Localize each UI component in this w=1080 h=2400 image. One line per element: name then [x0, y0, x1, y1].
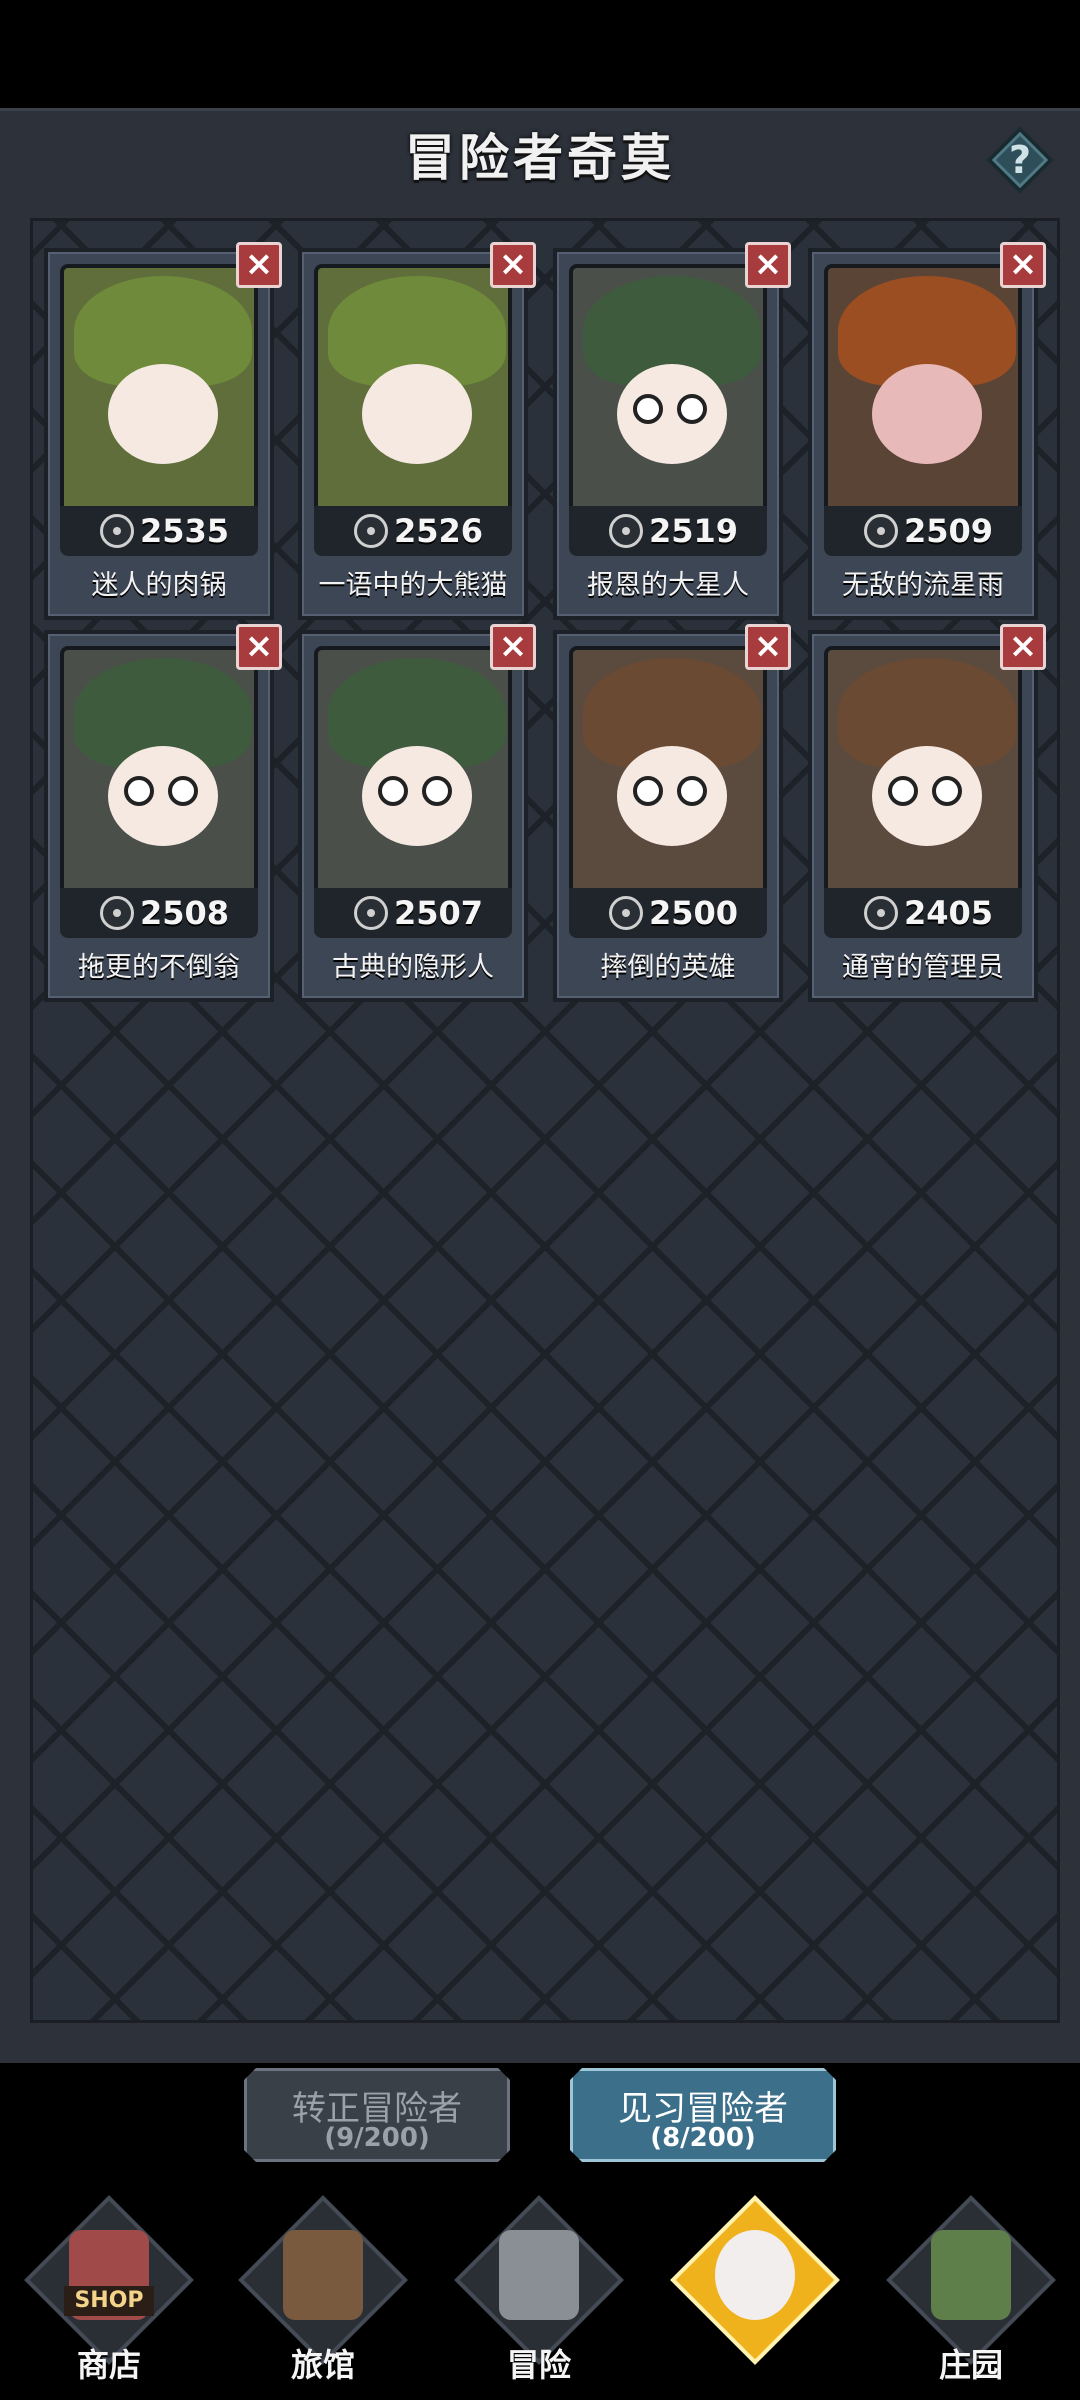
target-icon: [609, 896, 643, 930]
adventurer-card[interactable]: 2508 拖更的不倒翁: [44, 630, 274, 1002]
card-name: 通宵的管理员: [842, 952, 1004, 983]
card-score: 2526: [394, 512, 484, 550]
nav-shop[interactable]: SHOP 商店: [14, 2195, 204, 2400]
nav-adventure[interactable]: 冒险: [444, 2195, 634, 2400]
target-icon: [864, 514, 898, 548]
avatar: [314, 264, 512, 530]
avatar: [824, 264, 1022, 530]
avatar: [569, 646, 767, 912]
tab-bar: [0, 2063, 1080, 2183]
help-button[interactable]: ?: [984, 124, 1056, 196]
card-name: 迷人的肉锅: [91, 570, 227, 601]
adventurer-card[interactable]: 2500 摔倒的英雄: [553, 630, 783, 1002]
adventurer-card[interactable]: 2526 一语中的大熊猫: [298, 248, 528, 620]
brush-icon: [864, 896, 898, 930]
card-name: 古典的隐形人: [332, 952, 494, 983]
adventurer-card[interactable]: 2519 报恩的大星人: [553, 248, 783, 620]
close-button[interactable]: ×: [745, 624, 791, 670]
target-icon: [100, 514, 134, 548]
nav-manor[interactable]: 庄园: [876, 2195, 1066, 2400]
avatar: [824, 646, 1022, 912]
target-icon: [354, 514, 388, 548]
adventurer-card[interactable]: 2507 古典的隐形人: [298, 630, 528, 1002]
adventurer-card[interactable]: 2509 无敌的流星雨: [808, 248, 1038, 620]
target-icon: [100, 896, 134, 930]
page-title: 冒险者奇莫: [405, 129, 675, 187]
avatar: [314, 646, 512, 912]
card-name: 报恩的大星人: [587, 570, 749, 601]
avatar: [60, 646, 258, 912]
card-score: 2535: [140, 512, 230, 550]
card-score: 2405: [904, 894, 994, 932]
card-name: 一语中的大熊猫: [318, 570, 508, 601]
close-button[interactable]: ×: [490, 242, 536, 288]
status-bar: [0, 0, 1080, 108]
close-button[interactable]: ×: [490, 624, 536, 670]
close-button[interactable]: ×: [1000, 624, 1046, 670]
close-button[interactable]: ×: [1000, 242, 1046, 288]
close-button[interactable]: ×: [745, 242, 791, 288]
nav-inn[interactable]: 旅馆: [228, 2195, 418, 2400]
card-score: 2519: [649, 512, 739, 550]
close-button[interactable]: ×: [236, 624, 282, 670]
card-score: 2507: [394, 894, 484, 932]
close-button[interactable]: ×: [236, 242, 282, 288]
card-score: 2509: [904, 512, 994, 550]
card-name: 拖更的不倒翁: [78, 952, 240, 983]
brush-icon: [609, 514, 643, 548]
avatar: [569, 264, 767, 530]
nav-adventurers[interactable]: [660, 2195, 850, 2400]
avatar: [60, 264, 258, 530]
tab-regular-adventurers[interactable]: 转正冒险者 (9/200): [244, 2068, 510, 2162]
target-icon: [354, 896, 388, 930]
card-score: 2508: [140, 894, 230, 932]
card-score: 2500: [649, 894, 739, 932]
card-name: 摔倒的英雄: [600, 952, 736, 983]
adventurer-card[interactable]: 2535 迷人的肉锅: [44, 248, 274, 620]
card-name: 无敌的流星雨: [842, 570, 1004, 601]
adventurer-card[interactable]: 2405 通宵的管理员: [808, 630, 1038, 1002]
tab-trainee-adventurers[interactable]: 见习冒险者 (8/200): [570, 2068, 836, 2162]
